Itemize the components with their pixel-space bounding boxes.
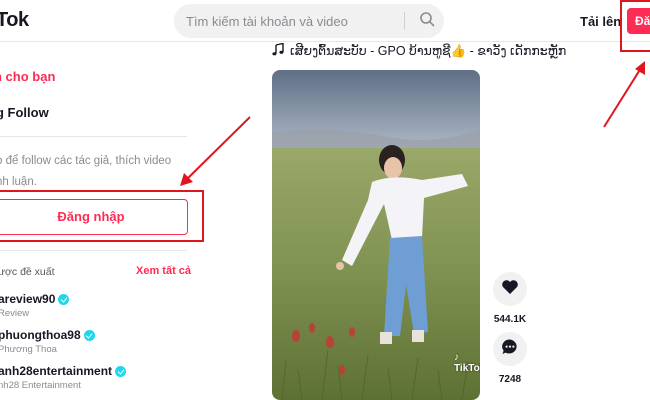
annotation-arrow-right (603, 61, 645, 128)
annotation-arrows (180, 61, 645, 186)
annotation-arrow-left (180, 116, 251, 186)
